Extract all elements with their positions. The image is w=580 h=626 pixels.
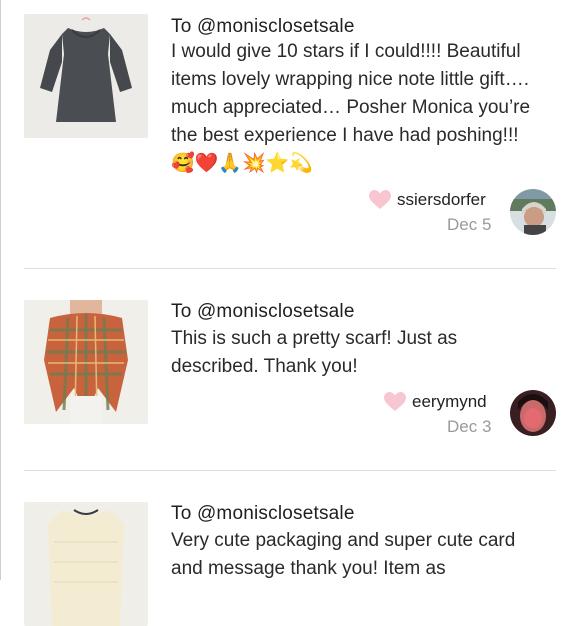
heart-icon[interactable] [369,190,391,210]
heart-icon[interactable] [384,392,406,412]
user-avatar-image[interactable] [510,189,556,235]
review-text: This is such a pretty scarf! Just as des… [171,328,458,377]
review-item: To @monisclosetsale Very cute packaging … [0,471,580,626]
review-date: Dec 3 [447,417,492,436]
review-item: To @monisclosetsale This is such a prett… [0,269,580,469]
gray-dress-image[interactable] [24,14,148,138]
reviewer-username[interactable]: eerymynd [412,392,487,412]
plaid-scarf-image[interactable] [24,300,148,424]
reviewer-username[interactable]: ssiersdorfer [397,190,486,210]
cream-sweater-image[interactable] [24,502,148,626]
review-text: I would give 10 stars if I could!!!! Bea… [171,41,531,174]
review-recipient: To @monisclosetsale [171,503,355,524]
review-date: Dec 5 [447,215,492,234]
user-avatar-image[interactable] [510,390,556,436]
review-item: To @monisclosetsale I would give 10 star… [0,0,580,268]
review-recipient: To @monisclosetsale [171,301,355,322]
review-text: Very cute packaging and super cute card … [171,530,516,579]
review-recipient: To @monisclosetsale [171,16,355,37]
